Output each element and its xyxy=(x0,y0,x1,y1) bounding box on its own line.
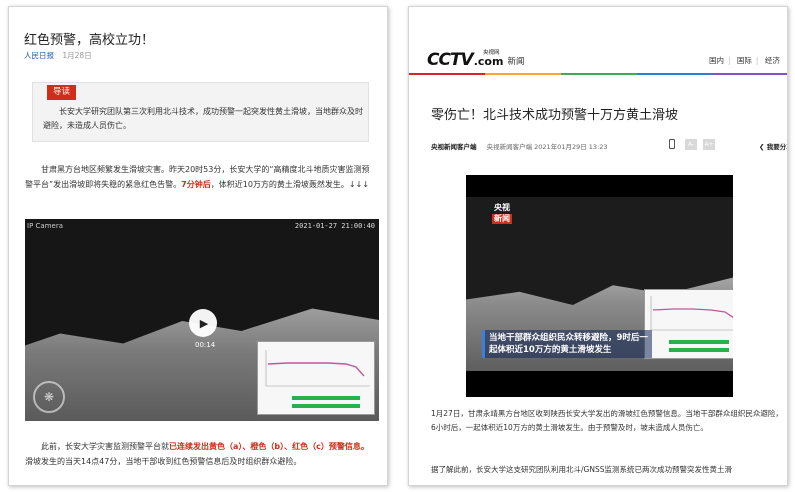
watermark-bottom: 新闻 xyxy=(492,214,512,224)
monitor-status-bar-1 xyxy=(292,396,360,400)
camera-label: IP Camera xyxy=(27,222,63,230)
right-article-panel: CCTV .com 央视网 新闻 国内 | 国际 | 经济 零伤亡！北斗技术成功预警… xyxy=(408,6,788,486)
cctv-news-watermark: 央视 新闻 xyxy=(492,203,512,224)
video-caption: 当地干部群众组织民众转移避险，9时后一起体积近10万方的黄土滑坡发生 xyxy=(482,330,652,358)
font-decrease-button[interactable]: A- xyxy=(685,139,698,150)
logo-news-text: 新闻 xyxy=(507,57,525,67)
top-nav: 国内 | 国际 | 经济 xyxy=(709,55,784,66)
right-article-title: 零伤亡！北斗技术成功预警十万方黄土滑坡 xyxy=(431,108,679,123)
monitoring-chart xyxy=(257,341,375,415)
header-color-bar xyxy=(409,73,787,75)
nav-divider: | xyxy=(755,56,759,65)
right-paragraph-2: 据了解此前，长安大学这支研究团队利用北斗/GNSS监测系统已两次成功预警突发性黄… xyxy=(431,465,732,474)
video-timestamp: 2021-01-27 21:00:40 xyxy=(294,222,375,230)
logo-yangshi-text: 央视网 xyxy=(483,50,500,56)
right-paragraph-1: 1月27日，甘肃永靖黑方台地区收到陕西长安大学发出的滑坡红色预警信息。当地干部群… xyxy=(431,409,783,432)
monitor-status-bar-1 xyxy=(669,340,729,344)
cctv-header: CCTV .com 央视网 新闻 国内 | 国际 | 经济 xyxy=(409,45,787,75)
left-article-date: 1月28日 xyxy=(62,51,92,60)
left-paragraph-2: 此前，长安大学灾害监测预警平台就已连续发出黄色（a）、橙色（b）、红色（c）预警… xyxy=(25,442,369,466)
lead-tag: 导读 xyxy=(47,85,77,100)
cctv-logo[interactable]: CCTV .com 央视网 新闻 xyxy=(427,49,524,69)
article-tools: A- A+ xyxy=(669,139,719,150)
left-article-source-link[interactable]: 人民日报 xyxy=(24,51,54,60)
left-video-player[interactable]: IP Camera 2021-01-27 21:00:40 ▶ 00:14 ❋ xyxy=(25,219,379,421)
lead-text: 长安大学研究团队第三次利用北斗技术，成功预警一起突发性黄土滑坡，当地群众及时避险… xyxy=(43,107,363,130)
font-increase-button[interactable]: A+ xyxy=(703,139,716,150)
lead-box: 导读 长安大学研究团队第三次利用北斗技术，成功预警一起突发性黄土滑坡，当地群众及… xyxy=(32,82,369,142)
right-video-player[interactable]: 央视 新闻 当地干部群众组织民众转移避险，9时后一起体积近10万方的黄土滑坡发生 xyxy=(466,175,733,397)
seven-minutes-highlight: 7分钟后 xyxy=(181,179,211,189)
nav-international[interactable]: 国际 xyxy=(737,56,752,65)
nav-divider: | xyxy=(728,56,731,65)
right-article-date: 央视新闻客户端 2021年01月29日 13:23 xyxy=(486,143,608,151)
logo-com-text: .com xyxy=(473,55,504,68)
nav-domestic[interactable]: 国内 xyxy=(709,56,724,65)
monitoring-chart xyxy=(644,289,733,359)
share-icon: ❮ xyxy=(759,143,765,151)
play-button[interactable]: ▶ xyxy=(189,309,217,337)
play-icon: ▶ xyxy=(199,316,209,330)
left-article-panel: 红色预警，高校立功！ 人民日报 1月28日 导读 长安大学研究团队第三次利用北斗… xyxy=(8,6,388,486)
monitor-status-bar-2 xyxy=(669,348,729,352)
right-article-source-link[interactable]: 央视新闻客户端 xyxy=(431,143,477,151)
warning-levels-highlight: 已连续发出黄色（a）、橙色（b）、红色（c）预警信息。 xyxy=(169,442,369,451)
share-button[interactable]: ❮ 我要分享 xyxy=(759,141,787,151)
watermark-top: 央视 xyxy=(494,203,510,212)
university-emblem-icon: ❋ xyxy=(33,381,65,413)
nav-economy[interactable]: 经济 xyxy=(765,56,780,65)
mobile-icon[interactable] xyxy=(669,139,675,149)
left-article-title: 红色预警，高校立功！ xyxy=(24,33,155,48)
video-duration: 00:14 xyxy=(195,341,216,349)
right-article-meta: 央视新闻客户端 央视新闻客户端 2021年01月29日 13:23 A- A+ … xyxy=(431,139,787,153)
left-article-meta: 人民日报 1月28日 xyxy=(24,50,92,61)
monitor-status-bar-2 xyxy=(292,404,360,408)
logo-cctv-text: CCTV xyxy=(427,50,474,70)
left-paragraph-1: 甘肃黑方台地区频繁发生滑坡灾害。昨天20时53分，长安大学的“高精度北斗地质灾害… xyxy=(25,165,370,189)
